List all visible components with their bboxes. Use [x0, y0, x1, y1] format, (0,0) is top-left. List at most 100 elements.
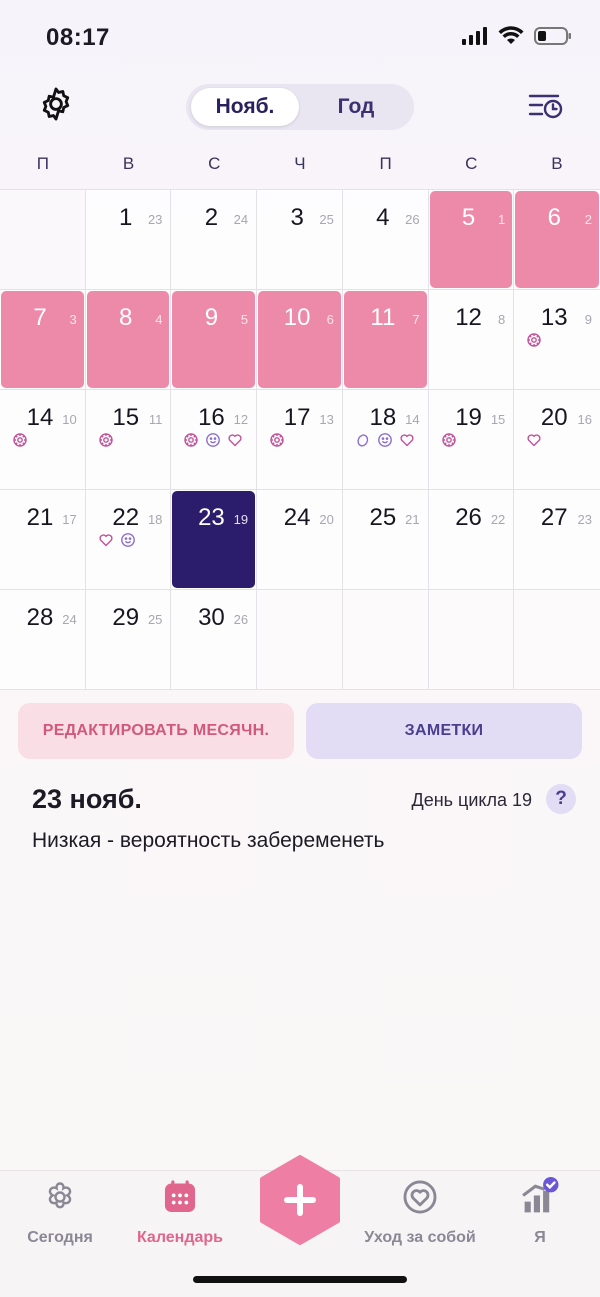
calendar-day[interactable]: 21 17	[0, 490, 86, 590]
day-number: 13	[540, 304, 568, 331]
tab-today[interactable]: Сегодня	[0, 1179, 120, 1247]
calendar-day[interactable]: 29 25	[85, 590, 172, 690]
edit-period-button[interactable]: РЕДАКТИРОВАТЬ МЕСЯЧН.	[18, 703, 294, 759]
weekday-label: С	[208, 154, 221, 173]
calendar-day[interactable]: 25 21	[342, 490, 429, 590]
pregnancy-probability: Низкая - вероятность забеременеть	[32, 829, 385, 852]
calendar-day[interactable]: 84	[85, 290, 172, 390]
cycle-day-number: 4	[155, 312, 163, 327]
tab-me[interactable]: Я	[480, 1176, 600, 1247]
calendar-cell-empty	[257, 590, 343, 690]
calendar-day-selected[interactable]: 23 19	[171, 490, 258, 590]
profile-chart-icon	[520, 1176, 560, 1222]
status-bar: 08:17	[0, 0, 600, 70]
status-time: 08:17	[46, 24, 110, 51]
gear-icon	[37, 85, 75, 128]
cycle-day-number: 9	[584, 312, 592, 327]
calendar-day[interactable]: 15 11	[85, 390, 172, 490]
cycle-day-number: 23	[577, 512, 592, 527]
calendar-cell-empty	[428, 590, 515, 690]
drop-icon	[355, 432, 371, 448]
calendar-day[interactable]: 28 24	[0, 590, 86, 690]
flower-icon	[42, 1179, 78, 1220]
signal-icon	[462, 27, 488, 50]
calendar-cell-empty	[0, 190, 86, 290]
calendar-icon	[161, 1178, 199, 1221]
day-marks	[526, 332, 596, 348]
day-number: 12	[455, 304, 482, 331]
cycle-day-number: 5	[240, 312, 249, 327]
calendar-day[interactable]: 30 26	[171, 590, 258, 690]
calendar-day[interactable]: 62	[514, 190, 600, 290]
cycle-day-number: 15	[490, 412, 506, 427]
calendar-day[interactable]: 73	[0, 290, 86, 390]
smile-icon	[205, 432, 221, 448]
notes-button[interactable]: ЗАМЕТКИ	[306, 703, 582, 759]
tab-label: Я	[534, 1229, 546, 1246]
tab-year[interactable]: Год	[306, 88, 406, 126]
flower-icon	[441, 432, 457, 448]
tab-label: Сегодня	[27, 1229, 93, 1246]
day-marks	[12, 432, 82, 448]
calendar-day[interactable]: 1 23	[85, 190, 172, 290]
calendar-day[interactable]: 26 22	[428, 490, 515, 590]
history-button[interactable]	[526, 88, 566, 128]
calendar-day[interactable]: 19 15	[428, 390, 515, 490]
day-number: 10	[283, 304, 311, 331]
tab-month[interactable]: Нояб.	[191, 88, 299, 126]
cycle-day-number: 18	[147, 512, 163, 527]
day-number: 8	[119, 304, 133, 331]
list-clock-icon	[528, 91, 564, 126]
weekday-label: П	[36, 154, 49, 173]
calendar-day[interactable]: 20 16	[514, 390, 600, 490]
calendar-day[interactable]: 16 12	[171, 390, 258, 490]
calendar-day[interactable]: 22 18	[85, 490, 172, 590]
home-indicator	[193, 1276, 407, 1283]
calendar-grid: 1 23 2 24 3 25 4 26 5 1 6 2 7 3 8 4 9 5 10 6 11 7 12 8 13 9 14 10 15…	[0, 189, 600, 690]
calendar-day[interactable]: 14 10	[0, 390, 86, 490]
help-button[interactable]: ?	[546, 784, 576, 814]
wifi-icon	[498, 26, 524, 51]
weekday-label: Ч	[294, 154, 306, 173]
day-number: 7	[33, 304, 47, 331]
cycle-day-number: 26	[405, 212, 420, 227]
cycle-day-number: 24	[62, 612, 77, 627]
calendar-day[interactable]: 95	[171, 290, 258, 390]
day-number: 5	[461, 204, 476, 231]
calendar-day[interactable]: 18 14	[342, 390, 429, 490]
cycle-day-number: 16	[577, 412, 592, 427]
tab-self-care[interactable]: Уход за собой	[360, 1179, 480, 1247]
calendar-day[interactable]: 11 7	[342, 290, 429, 390]
calendar-day[interactable]: 10 6	[257, 290, 343, 390]
heart-circle-icon	[401, 1178, 439, 1221]
weekday-label: В	[551, 154, 563, 173]
day-marks	[441, 432, 511, 448]
tab-label: Уход за собой	[364, 1229, 476, 1246]
day-marks	[526, 432, 596, 448]
smile-icon	[377, 432, 393, 448]
cycle-day-number: 3	[69, 312, 77, 327]
calendar-day[interactable]: 4 26	[342, 190, 429, 290]
tab-calendar[interactable]: Календарь	[120, 1179, 240, 1247]
calendar-day[interactable]: 3 25	[257, 190, 343, 290]
flower-icon	[12, 432, 28, 448]
calendar-day[interactable]: 24 20	[257, 490, 343, 590]
calendar-day[interactable]: 13 9	[514, 290, 600, 390]
calendar-day[interactable]: 17 13	[257, 390, 343, 490]
weekday-header: П В С Ч П С В	[0, 154, 600, 182]
calendar-day[interactable]: 12 8	[428, 290, 515, 390]
calendar-day[interactable]: 51	[428, 190, 515, 290]
calendar-day[interactable]: 2 24	[171, 190, 258, 290]
heart-icon	[526, 432, 542, 448]
settings-button[interactable]	[36, 86, 76, 126]
cycle-day-number: 23	[147, 212, 163, 227]
add-button[interactable]	[259, 1155, 341, 1245]
view-switcher: Нояб. Год	[186, 84, 414, 130]
action-buttons: РЕДАКТИРОВАТЬ МЕСЯЧН. ЗАМЕТКИ	[18, 703, 582, 759]
day-marks	[355, 432, 425, 448]
cycle-day-number: 25	[319, 212, 334, 227]
cycle-day-number: 25	[147, 612, 163, 627]
calendar-cell-empty	[342, 590, 429, 690]
calendar-day[interactable]: 27 23	[514, 490, 600, 590]
cycle-day-number: 20	[319, 512, 334, 527]
